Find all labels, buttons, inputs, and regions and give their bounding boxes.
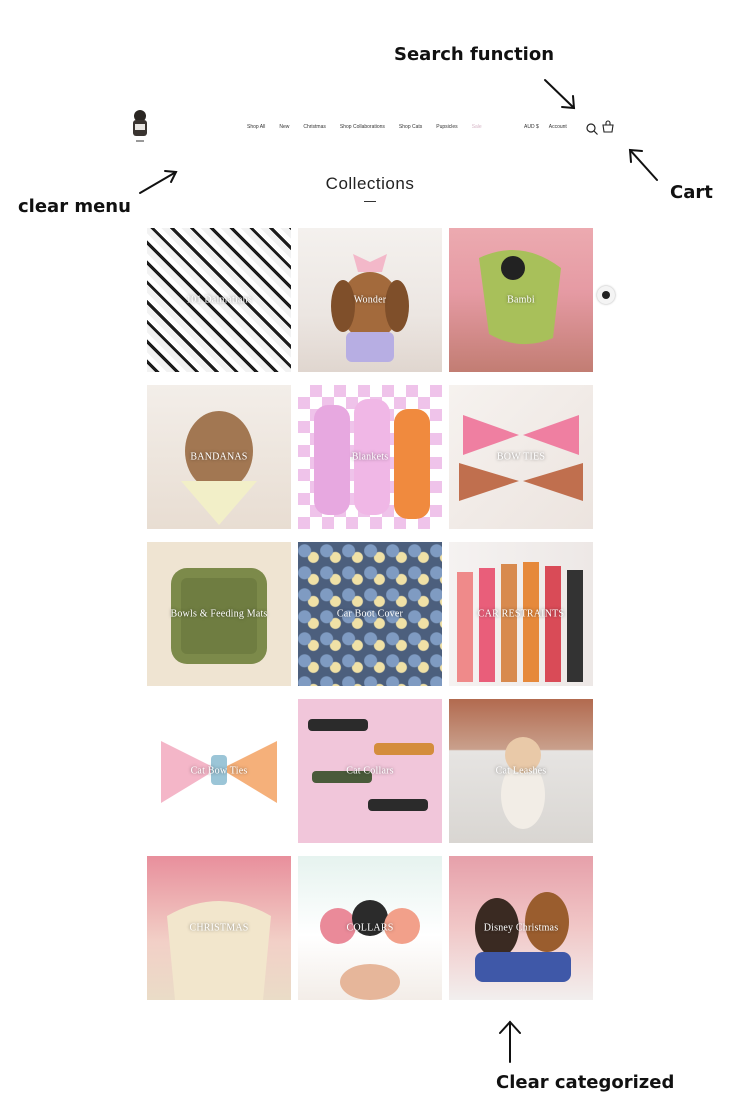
collection-label: Disney Christmas xyxy=(483,922,559,934)
categorized-arrow-head xyxy=(499,1020,521,1034)
collection-label: Cat Collars xyxy=(346,765,394,777)
brand-logo[interactable] xyxy=(127,108,153,148)
annotation-search-label: Search function xyxy=(394,44,555,65)
collection-tile-wonder[interactable]: Wonder xyxy=(298,228,442,372)
collections-grid: 101 Dalmatians Wonder Bambi BANDANAS Bla… xyxy=(147,228,593,1000)
collection-label: CAR RESTRAINTS xyxy=(477,608,565,620)
collection-label: COLLARS xyxy=(346,922,394,934)
nav-item-shop-all[interactable]: Shop All xyxy=(247,124,265,130)
nav-item-pupsicles[interactable]: Pupsicles xyxy=(436,124,457,130)
page-title: Collections xyxy=(325,174,415,193)
collection-tile-car-boot-cover[interactable]: Car Boot Cover xyxy=(298,542,442,686)
collection-tile-bow-ties[interactable]: BOW TIES xyxy=(449,385,593,529)
annotation-menu-label: clear menu xyxy=(18,196,131,217)
collection-tile-cat-bow-ties[interactable]: Cat Bow Ties xyxy=(147,699,291,843)
collection-tile-christmas[interactable]: CHRISTMAS xyxy=(147,856,291,1000)
collection-label: 101 Dalmatians xyxy=(186,294,252,306)
nav-item-new[interactable]: New xyxy=(279,124,289,130)
collection-tile-bambi[interactable]: Bambi xyxy=(449,228,593,372)
collection-label: Cat Bow Ties xyxy=(190,765,248,777)
search-arrow xyxy=(544,79,575,109)
currency-selector[interactable]: AUD $ xyxy=(524,124,539,130)
collection-tile-cat-leashes[interactable]: Cat Leashes xyxy=(449,699,593,843)
nav-item-cats[interactable]: Shop Cats xyxy=(399,124,422,130)
collection-label: CHRISTMAS xyxy=(189,922,249,934)
main-nav: Shop All New Christmas Shop Collaboratio… xyxy=(247,124,482,130)
search-arrow-head xyxy=(561,95,576,110)
nav-item-christmas[interactable]: Christmas xyxy=(303,124,326,130)
nav-item-collaborations[interactable]: Shop Collaborations xyxy=(340,124,385,130)
collection-label: Cat Leashes xyxy=(495,765,547,777)
collection-tile-blankets[interactable]: Blankets xyxy=(298,385,442,529)
collection-tile-bowls[interactable]: Bowls & Feeding Mats xyxy=(147,542,291,686)
title-divider xyxy=(364,201,376,202)
collection-label: BANDANAS xyxy=(190,451,248,463)
collection-tile-101-dalmatians[interactable]: 101 Dalmatians xyxy=(147,228,291,372)
collection-label: Wonder xyxy=(353,294,387,306)
collection-label: Bambi xyxy=(507,294,535,306)
collection-label: Car Boot Cover xyxy=(336,608,404,620)
annotation-categorized-label: Clear categorized xyxy=(496,1072,675,1093)
collection-label: BOW TIES xyxy=(496,451,546,463)
collection-tile-bandanas[interactable]: BANDANAS xyxy=(147,385,291,529)
collection-label: Blankets xyxy=(351,451,389,463)
cart-arrow-head xyxy=(628,148,643,163)
chat-widget-button[interactable] xyxy=(597,286,615,304)
cart-icon[interactable] xyxy=(601,120,615,134)
search-icon[interactable] xyxy=(585,122,599,136)
header-utilities: AUD $ Account xyxy=(524,124,567,130)
collection-tile-car-restraints[interactable]: CAR RESTRAINTS xyxy=(449,542,593,686)
nav-item-sale[interactable]: Sale xyxy=(472,124,482,130)
collection-tile-disney-christmas[interactable]: Disney Christmas xyxy=(449,856,593,1000)
collection-label: Bowls & Feeding Mats xyxy=(170,608,268,620)
collection-tile-collars[interactable]: COLLARS xyxy=(298,856,442,1000)
collection-tile-cat-collars[interactable]: Cat Collars xyxy=(298,699,442,843)
account-link[interactable]: Account xyxy=(549,124,567,130)
